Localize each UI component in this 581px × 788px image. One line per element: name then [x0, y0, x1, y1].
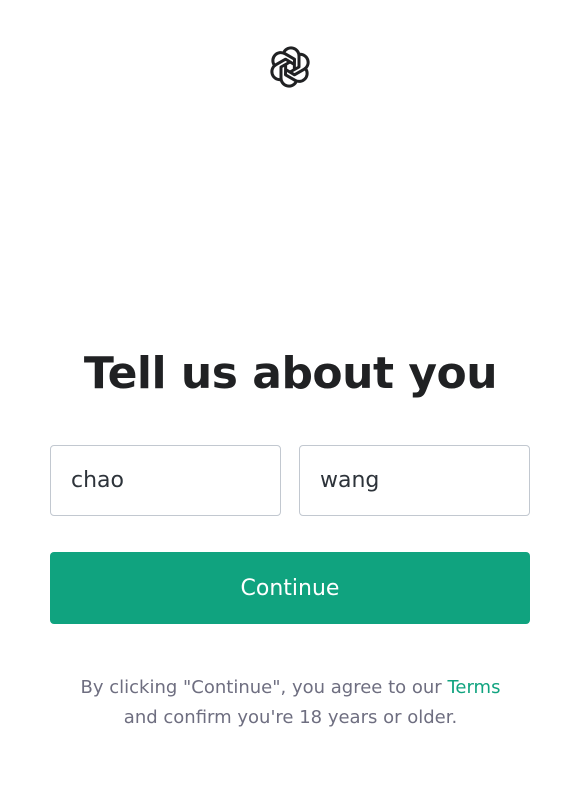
openai-logo-icon [265, 42, 315, 92]
first-name-input[interactable] [50, 445, 281, 516]
last-name-input[interactable] [299, 445, 530, 516]
terms-link[interactable]: Terms [447, 677, 500, 698]
page-title: Tell us about you [83, 348, 498, 399]
legal-notice: By clicking "Continue", you agree to our… [0, 673, 581, 733]
continue-button[interactable]: Continue [50, 552, 530, 624]
legal-text-before: By clicking "Continue", you agree to our [80, 677, 448, 698]
legal-text-after: and confirm you're 18 years or older. [123, 707, 458, 728]
